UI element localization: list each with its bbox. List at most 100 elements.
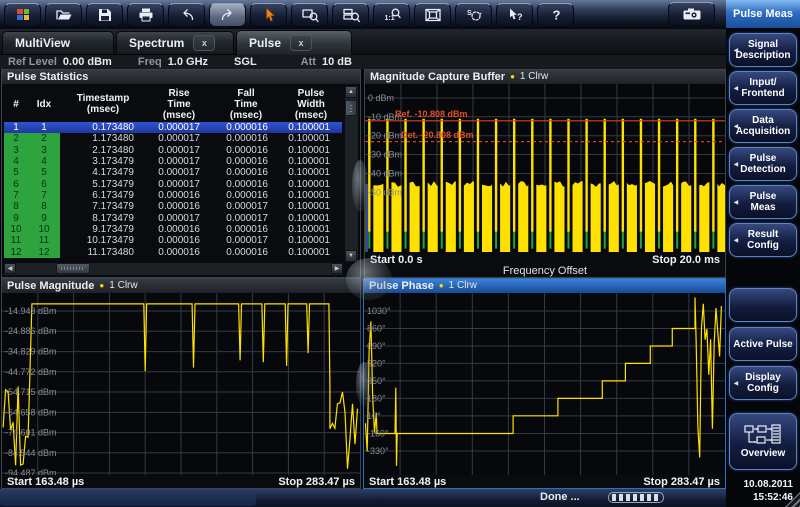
pulse-statistics-title[interactable]: Pulse Statistics [2, 70, 360, 84]
column-header[interactable]: Pulse Width (msec) [280, 86, 342, 122]
softkey-signal-description[interactable]: ◂Signal Description [729, 33, 797, 67]
column-header[interactable]: Rise Time (msec) [146, 86, 212, 122]
table-row[interactable]: 776.1734790.0000160.0000160.100001 [4, 190, 342, 201]
splitter-handle-bottom[interactable] [356, 362, 372, 406]
softkey-overview[interactable]: Overview [729, 413, 797, 470]
submenu-arrow-icon: ◂ [734, 45, 738, 56]
windows-start-button[interactable] [4, 3, 41, 27]
help-button[interactable]: ? [537, 3, 574, 27]
softkey-label: Pulse Meas [750, 191, 777, 213]
zoom-button[interactable] [291, 3, 328, 27]
softkey-active-pulse[interactable]: Active Pulse [729, 327, 797, 361]
magnitude-start-label: Start 163.48 µs [7, 476, 84, 488]
table-cell: 0.100001 [280, 247, 342, 258]
tab-label: Pulse [249, 36, 281, 50]
overview-flow-icon [744, 424, 782, 448]
help-pointer-icon: ? [506, 7, 524, 23]
screenshot-button[interactable] [668, 2, 715, 26]
phase-stop-label: Stop 283.47 µs [643, 476, 720, 488]
table-row[interactable]: 887.1734790.0000160.0000170.100001 [4, 201, 342, 212]
table-row[interactable]: 121211.1734800.0000160.0000160.100001 [4, 247, 342, 258]
undo-button[interactable] [168, 3, 205, 27]
print-button[interactable] [127, 3, 164, 27]
column-header[interactable]: Idx [28, 86, 60, 122]
table-cell: 0.000017 [212, 213, 280, 224]
single-sweep-button[interactable]: S [455, 3, 492, 27]
table-row[interactable]: 998.1734790.0000170.0000170.100001 [4, 213, 342, 224]
table-row[interactable]: 111110.1734790.0000160.0000170.100001 [4, 235, 342, 246]
capture-buffer-title[interactable]: Magnitude Capture Buffer ● 1 Clrw [365, 70, 725, 84]
table-cell: 0.000017 [146, 167, 212, 178]
svg-text:-160°: -160° [367, 429, 389, 439]
display-update-button[interactable] [414, 3, 451, 27]
tab-pulse[interactable]: Pulse x [236, 30, 352, 55]
open-folder-icon [55, 7, 73, 23]
scroll-down-button[interactable]: ▼ [345, 250, 357, 262]
table-cell: 3 [28, 145, 60, 156]
undo-arrow-icon [178, 7, 196, 23]
select-button[interactable] [250, 3, 287, 27]
trace-label: 1 Clrw [520, 70, 548, 84]
splitter-handle-top[interactable] [352, 160, 368, 212]
scroll-right-button[interactable]: ▶ [331, 263, 343, 274]
stats-horizontal-scrollbar[interactable]: ◀ ▶ [4, 263, 343, 275]
scroll-thumb[interactable] [345, 100, 357, 116]
softkey-data-acquisition[interactable]: ◂Data Acquisition [729, 109, 797, 143]
table-cell: 0.100001 [280, 190, 342, 201]
softkey-label: Display Config [745, 372, 781, 394]
table-row[interactable]: 443.1734790.0000170.0000160.100001 [4, 156, 342, 167]
open-button[interactable] [45, 3, 82, 27]
scroll-thumb[interactable] [56, 263, 90, 274]
pulse-magnitude-title[interactable]: Pulse Magnitude ● 1 Clrw [2, 279, 360, 293]
scroll-up-button[interactable]: ▲ [345, 86, 357, 98]
panel-title-text: Pulse Magnitude [7, 279, 94, 293]
table-cell: 7.173479 [60, 201, 146, 212]
pulse-phase-title[interactable]: Pulse Phase ● 1 Clrw [364, 279, 725, 293]
att-value: 10 dB [322, 56, 352, 68]
pulse-magnitude-plot[interactable]: -14.943 dBm-24.886 dBm-34.829 dBm-44.772… [2, 293, 360, 475]
table-row[interactable]: 221.1734800.0000170.0000160.100001 [4, 133, 342, 144]
table-cell: 0.000017 [212, 201, 280, 212]
context-help-button[interactable]: ? [496, 3, 533, 27]
softkey-result-config[interactable]: ◂Result Config [729, 223, 797, 257]
pulse-statistics-panel: Pulse Statistics #IdxTimestamp (msec)Ris… [1, 69, 361, 278]
submenu-arrow-icon: ◂ [734, 197, 738, 208]
table-cell: 10 [28, 224, 60, 235]
table-row[interactable]: 554.1734790.0000170.0000160.100001 [4, 167, 342, 178]
one-to-one-zoom-icon: 1:1 [383, 7, 401, 23]
trace-label: 1 Clrw [449, 279, 477, 293]
softkey-display-config[interactable]: ◂Display Config [729, 366, 797, 400]
multi-window-zoom-button[interactable] [332, 3, 369, 27]
tab-spectrum[interactable]: Spectrum x [116, 31, 234, 54]
softkey-input-frontend[interactable]: ◂Input/ Frontend [729, 71, 797, 105]
table-cell: 12 [4, 247, 28, 258]
column-header[interactable]: Timestamp (msec) [60, 86, 146, 122]
tab-multiview[interactable]: MultiView [2, 31, 114, 54]
windows-logo-icon [14, 7, 32, 23]
scroll-left-button[interactable]: ◀ [4, 263, 16, 274]
table-row[interactable]: 110.1734800.0000170.0000160.100001 [4, 122, 342, 133]
column-header[interactable]: # [4, 86, 28, 122]
save-button[interactable] [86, 3, 123, 27]
table-row[interactable]: 665.1734790.0000170.0000160.100001 [4, 179, 342, 190]
softkey-pulse-detection[interactable]: ◂Pulse Detection [729, 147, 797, 181]
table-cell: 10 [4, 224, 28, 235]
table-cell: 4 [28, 156, 60, 167]
status-done-text: Done ... [540, 491, 580, 503]
pulse-phase-plot[interactable]: 1030°860°690°520°350°180°10°-160°-330° [364, 293, 725, 475]
capture-buffer-plot[interactable]: 0 dBm-10 dBm-20 dBm-30 dBm-40 dBm-50 dBm… [365, 84, 725, 252]
softkey-label: Active Pulse [733, 339, 792, 350]
table-row[interactable]: 10109.1734790.0000160.0000160.100001 [4, 224, 342, 235]
table-row[interactable]: 332.1734800.0000170.0000160.100001 [4, 145, 342, 156]
zoom-off-button[interactable]: 1:1 [373, 3, 410, 27]
splitter-handle-center[interactable] [346, 258, 392, 300]
freq-value: 1.0 GHz [168, 56, 208, 68]
tab-close-icon[interactable]: x [193, 35, 215, 51]
table-cell: 0.000016 [146, 190, 212, 201]
softkey-pulse-meas[interactable]: ◂ Pulse Meas [729, 185, 797, 219]
table-cell: 6.173479 [60, 190, 146, 201]
tab-close-icon[interactable]: x [290, 35, 312, 51]
redo-button[interactable] [209, 3, 246, 27]
column-header[interactable]: Fall Time (msec) [212, 86, 280, 122]
svg-text:-20 dBm: -20 dBm [368, 131, 402, 141]
